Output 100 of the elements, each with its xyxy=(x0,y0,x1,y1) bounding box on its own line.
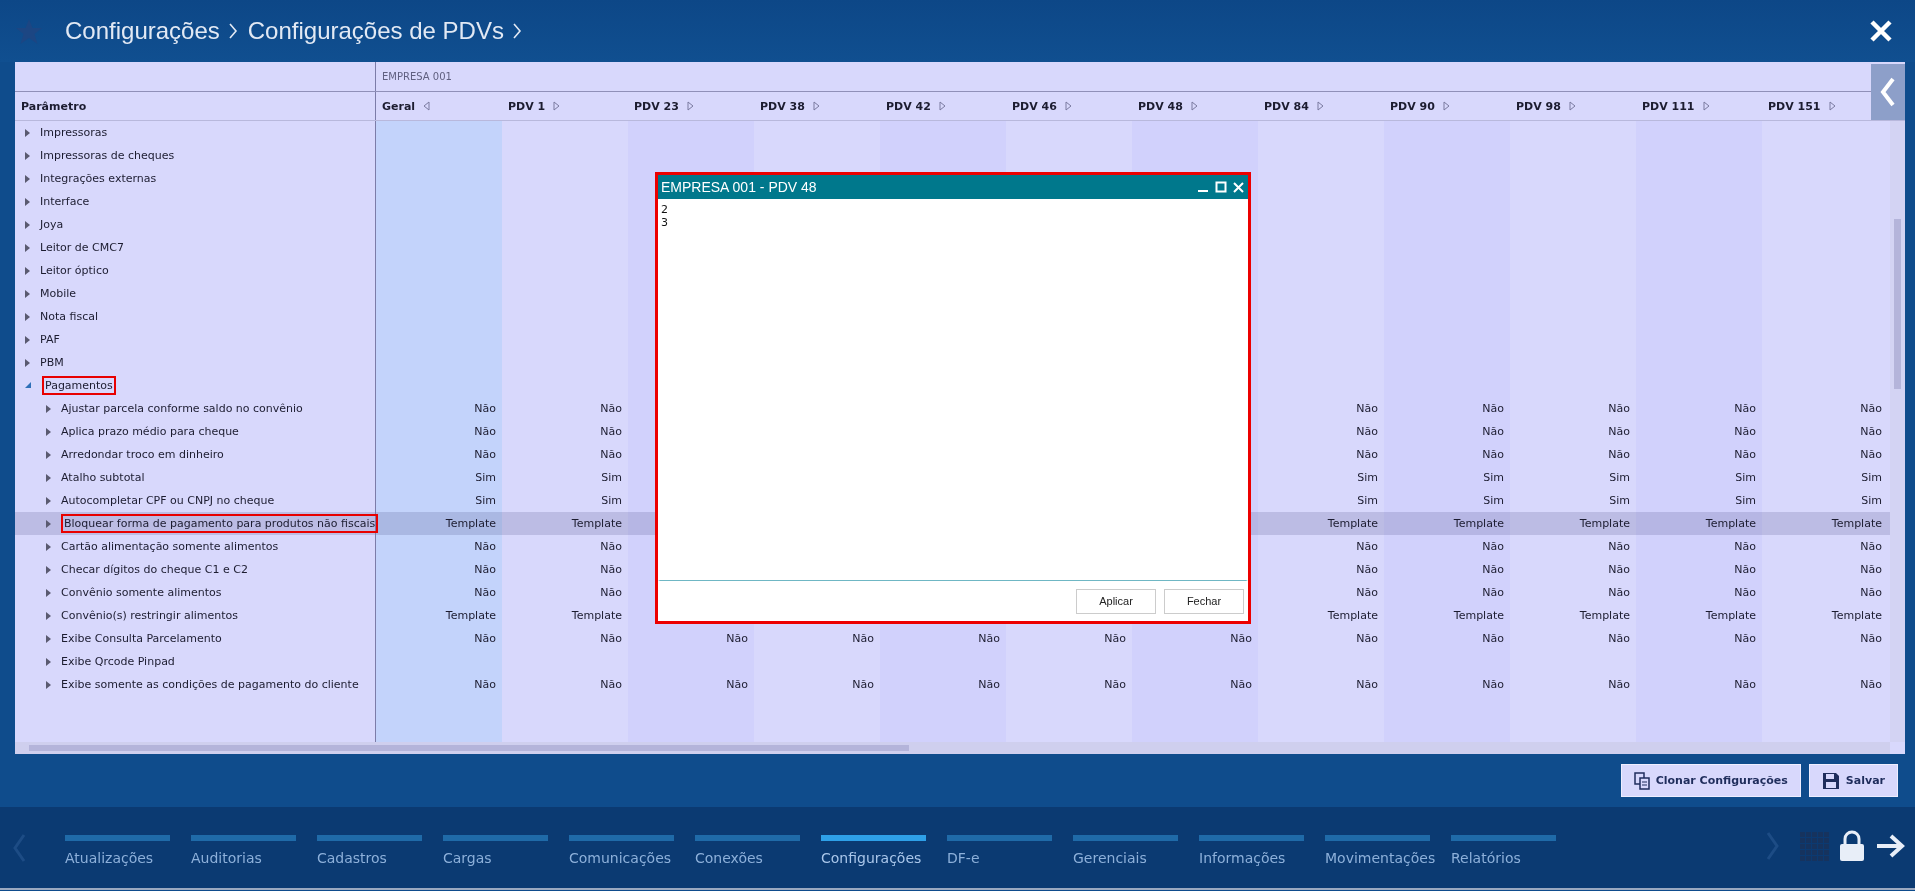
caret-right-icon[interactable] xyxy=(1190,101,1198,111)
column-header[interactable]: PDV 1 xyxy=(502,92,628,120)
arrow-right-icon[interactable] xyxy=(1875,834,1905,858)
caret-right-icon[interactable] xyxy=(25,289,30,298)
caret-right-icon[interactable] xyxy=(25,128,30,137)
tree-item[interactable]: Atalho subtotal xyxy=(61,466,149,489)
caret-right-icon[interactable] xyxy=(46,565,51,574)
clone-button[interactable]: Clonar Configurações xyxy=(1620,764,1801,797)
breadcrumb-item[interactable]: Configurações de PDVs xyxy=(247,17,504,45)
caret-right-icon[interactable] xyxy=(553,101,561,111)
nav-tab[interactable]: Relatórios xyxy=(1445,828,1571,867)
caret-right-icon[interactable] xyxy=(46,657,51,666)
caret-right-icon[interactable] xyxy=(25,358,30,367)
tree-item[interactable]: Aplica prazo médio para cheque xyxy=(61,420,243,443)
column-header[interactable]: PDV 42 xyxy=(880,92,1006,120)
text-area[interactable]: 2 3 xyxy=(658,199,1248,581)
tree-item[interactable]: Leitor óptico xyxy=(40,259,113,282)
column-header[interactable]: PDV 38 xyxy=(754,92,880,120)
collapse-tab[interactable] xyxy=(1871,64,1905,120)
caret-right-icon[interactable] xyxy=(1702,101,1710,111)
caret-right-icon[interactable] xyxy=(46,634,51,643)
save-button[interactable]: Salvar xyxy=(1808,764,1898,797)
nav-tab[interactable]: Cargas xyxy=(437,828,563,867)
column-header[interactable]: PDV 23 xyxy=(628,92,754,120)
close-icon[interactable] xyxy=(1869,19,1893,43)
tree-item[interactable]: Cartão alimentação somente alimentos xyxy=(61,535,283,558)
scrollbar[interactable] xyxy=(1890,121,1905,742)
caret-right-icon[interactable] xyxy=(25,197,30,206)
caret-right-icon[interactable] xyxy=(46,611,51,620)
column-header[interactable]: PDV 46 xyxy=(1006,92,1132,120)
column-header[interactable]: PDV 98 xyxy=(1510,92,1636,120)
maximize-icon[interactable] xyxy=(1215,181,1227,193)
tree-item[interactable]: Ajustar parcela conforme saldo no convênio xyxy=(61,397,307,420)
dialog-button[interactable]: Aplicar xyxy=(1076,588,1156,614)
caret-right-icon[interactable] xyxy=(46,496,51,505)
nav-tab[interactable]: Informações xyxy=(1193,828,1319,867)
caret-right-icon[interactable] xyxy=(1828,101,1836,111)
nav-tab[interactable]: Gerenciais xyxy=(1067,828,1193,867)
tree-item[interactable]: Exibe Consulta Parcelamento xyxy=(61,627,226,650)
column-header[interactable]: PDV 84 xyxy=(1258,92,1384,120)
column-header[interactable]: PDV 111 xyxy=(1636,92,1762,120)
tree-item[interactable]: Nota fiscal xyxy=(40,305,102,328)
caret-right-icon[interactable] xyxy=(46,542,51,551)
breadcrumb-item[interactable]: Configurações xyxy=(65,17,220,45)
column-header[interactable]: PDV 151 xyxy=(1762,92,1870,120)
caret-down-icon[interactable] xyxy=(25,382,32,389)
caret-right-icon[interactable] xyxy=(46,588,51,597)
nav-tab[interactable]: Configurações xyxy=(815,828,941,867)
column-header[interactable]: PDV 90 xyxy=(1384,92,1510,120)
tree-item[interactable]: PAF xyxy=(40,328,64,351)
tree-item[interactable]: Interface xyxy=(40,190,94,213)
tree-item[interactable]: Bloquear forma de pagamento para produtos não fiscais xyxy=(61,514,379,533)
caret-right-icon[interactable] xyxy=(46,427,51,436)
tree-item[interactable]: Exibe Qrcode Pinpad xyxy=(61,650,179,673)
caret-right-icon[interactable] xyxy=(46,404,51,413)
tree-item[interactable]: PBM xyxy=(40,351,68,374)
tree-item[interactable]: Integrações externas xyxy=(40,167,161,190)
nav-tab[interactable]: Auditorias xyxy=(185,828,311,867)
tree-item[interactable]: Arredondar troco em dinheiro xyxy=(61,443,228,466)
column-header[interactable]: PDV 48 xyxy=(1132,92,1258,120)
tree-item[interactable]: Pagamentos xyxy=(42,376,116,395)
caret-right-icon[interactable] xyxy=(25,174,30,183)
tree-item[interactable]: Checar dígitos do cheque C1 e C2 xyxy=(61,558,252,581)
nav-tab[interactable]: Cadastros xyxy=(311,828,437,867)
tree-item[interactable]: Mobile xyxy=(40,282,81,305)
tree-item[interactable]: Autocompletar CPF ou CNPJ no cheque xyxy=(61,489,279,512)
caret-right-icon[interactable] xyxy=(46,519,51,528)
tree-item[interactable]: Convênio(s) restringir alimentos xyxy=(61,604,242,627)
tree-item[interactable]: Convênio somente alimentos xyxy=(61,581,226,604)
caret-right-icon[interactable] xyxy=(25,220,30,229)
caret-right-icon[interactable] xyxy=(46,450,51,459)
nav-tab[interactable]: DF-e xyxy=(941,828,1067,867)
tree-item[interactable]: Impressoras de cheques xyxy=(40,144,179,167)
caret-right-icon[interactable] xyxy=(686,101,694,111)
scrollbar[interactable] xyxy=(15,742,1890,754)
caret-right-icon[interactable] xyxy=(1442,101,1450,111)
caret-right-icon[interactable] xyxy=(46,680,51,689)
caret-right-icon[interactable] xyxy=(1316,101,1324,111)
dialog-button[interactable]: Fechar xyxy=(1164,588,1244,614)
tree-item[interactable]: Exibe somente as condições de pagamento do cliente xyxy=(61,673,363,696)
column-header[interactable]: Geral xyxy=(376,92,502,120)
nav-tab[interactable]: Movimentações xyxy=(1319,828,1445,867)
nav-tab[interactable]: Comunicações xyxy=(563,828,689,867)
caret-right-icon[interactable] xyxy=(46,473,51,482)
tree-item[interactable]: Joya xyxy=(40,213,68,236)
caret-left-icon[interactable] xyxy=(423,101,431,111)
caret-right-icon[interactable] xyxy=(1064,101,1072,111)
nav-tab[interactable]: Atualizações xyxy=(59,828,185,867)
close-icon[interactable] xyxy=(1233,181,1244,193)
caret-right-icon[interactable] xyxy=(25,335,30,344)
tree-item[interactable]: Impressoras xyxy=(40,121,112,144)
caret-right-icon[interactable] xyxy=(1568,101,1576,111)
caret-right-icon[interactable] xyxy=(938,101,946,111)
caret-right-icon[interactable] xyxy=(25,266,30,275)
nav-tab[interactable]: Conexões xyxy=(689,828,815,867)
caret-right-icon[interactable] xyxy=(25,312,30,321)
tree-item[interactable]: Leitor de CMC7 xyxy=(40,236,128,259)
caret-right-icon[interactable] xyxy=(25,243,30,252)
lock-icon[interactable] xyxy=(1839,830,1865,862)
caret-right-icon[interactable] xyxy=(25,151,30,160)
